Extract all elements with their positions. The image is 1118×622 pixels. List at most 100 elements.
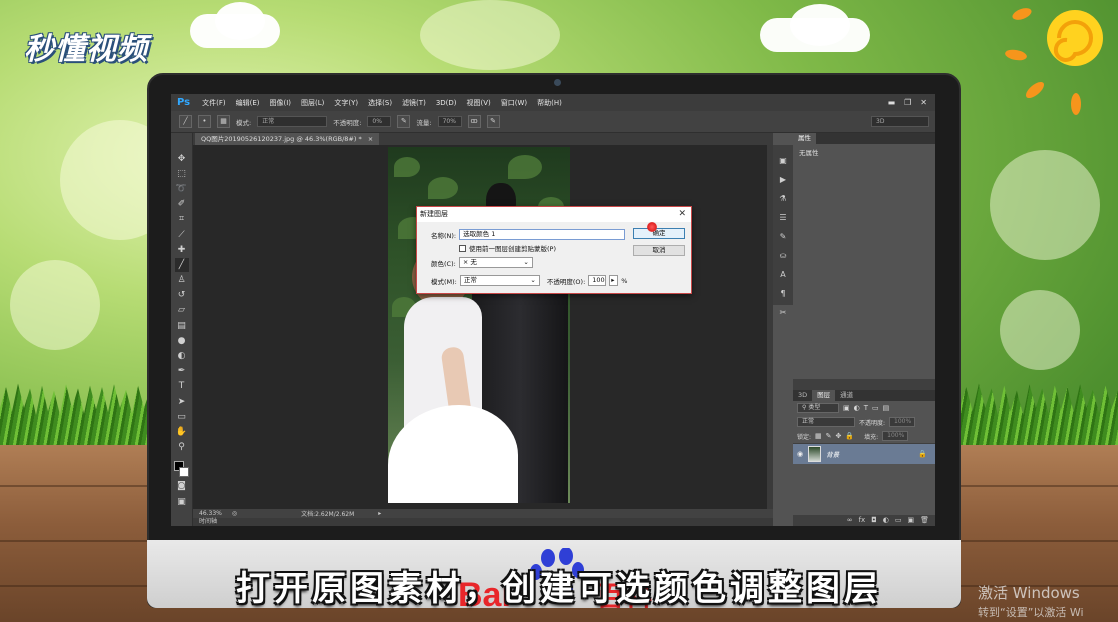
lock-transparent-icon[interactable]: ▦ [815, 432, 822, 440]
status-info-icon[interactable]: ◎ [228, 510, 241, 517]
new-group-icon[interactable]: ▭ [895, 515, 902, 526]
filter-shape-icon[interactable]: ▭ [872, 404, 879, 412]
stamp-tool-icon[interactable]: ♙ [175, 273, 189, 287]
ok-button[interactable]: 确定 [633, 228, 685, 239]
layer-filter-kind-select[interactable]: ⚲ 类型 [797, 403, 839, 413]
shape-tool-icon[interactable]: ▭ [175, 410, 189, 424]
dodge-tool-icon[interactable]: ◐ [175, 349, 189, 363]
minimize-icon[interactable]: ▬ [888, 98, 896, 107]
gradient-tool-icon[interactable]: ▤ [175, 319, 189, 333]
type-tool-icon[interactable]: T [175, 379, 189, 393]
flow-field[interactable]: 70% [437, 116, 462, 127]
hand-tool-icon[interactable]: ✋ [175, 425, 189, 439]
menu-window[interactable]: 窗口(W) [496, 98, 532, 108]
fill-field[interactable]: 100% [882, 431, 909, 441]
menu-view[interactable]: 视图(V) [462, 98, 496, 108]
tab-3d[interactable]: 3D [793, 390, 812, 401]
layer-style-icon[interactable]: fx [859, 515, 866, 526]
zoom-tool-icon[interactable]: ⚲ [175, 440, 189, 454]
layer-name-input[interactable]: 选取颜色 1 [459, 229, 626, 240]
filter-adjust-icon[interactable]: ◐ [854, 404, 860, 412]
restore-icon[interactable]: ❐ [904, 98, 911, 107]
zoom-level[interactable]: 46.33% [193, 510, 228, 517]
tab-channels[interactable]: 通道 [835, 390, 858, 401]
filter-smart-icon[interactable]: ▤ [883, 404, 890, 412]
lock-paint-icon[interactable]: ✎ [826, 432, 832, 440]
dialog-mode-select[interactable]: 正常 ⌄ [459, 275, 540, 286]
quick-select-tool-icon[interactable]: ✐ [175, 197, 189, 211]
status-menu-arrow-icon[interactable]: ▸ [354, 510, 381, 517]
lock-all-icon[interactable]: 🔒 [845, 432, 854, 440]
brush-preset-icon[interactable]: ╱ [179, 115, 192, 128]
menu-file[interactable]: 文件(F) [197, 98, 231, 108]
delete-layer-icon[interactable]: 🗑 [920, 515, 929, 526]
add-mask-icon[interactable]: ◘ [871, 515, 877, 526]
menu-filter[interactable]: 滤镜(T) [397, 98, 431, 108]
close-tab-icon[interactable]: × [368, 135, 373, 143]
lasso-tool-icon[interactable]: ➰ [175, 182, 189, 196]
mode-select[interactable]: 正常 [257, 116, 328, 127]
filter-type-icon[interactable]: T [864, 404, 868, 412]
close-icon[interactable]: ✕ [920, 98, 927, 107]
link-layers-icon[interactable]: ∞ [847, 515, 853, 526]
airbrush-icon[interactable]: ꝏ [467, 115, 481, 128]
layer-row-background[interactable]: ◉ 背景 🔒 [793, 444, 935, 464]
menu-help[interactable]: 帮助(H) [532, 98, 567, 108]
blur-tool-icon[interactable]: ● [175, 334, 189, 348]
menu-3d[interactable]: 3D(D) [431, 99, 462, 107]
move-tool-icon[interactable]: ✥ [175, 152, 189, 166]
pen-tool-icon[interactable]: ✒ [175, 364, 189, 378]
lock-move-icon[interactable]: ✥ [836, 432, 842, 440]
properties-icon[interactable]: ☰ [777, 211, 790, 224]
path-select-tool-icon[interactable]: ➤ [175, 395, 189, 409]
healing-tool-icon[interactable]: ✚ [175, 243, 189, 257]
cancel-button[interactable]: 取消 [633, 245, 685, 256]
timeline-tab[interactable]: 时间轴 [193, 518, 773, 526]
crop-tool-icon[interactable]: ⌗ [175, 212, 189, 226]
history-brush-tool-icon[interactable]: ↺ [175, 288, 189, 302]
document-tab[interactable]: QQ图片20190526120237.jpg @ 46.3%(RGB/8#) *… [195, 133, 380, 145]
blend-mode-select[interactable]: 正常 [797, 417, 855, 427]
brush-panel-icon[interactable]: ▦ [217, 115, 230, 128]
eyedropper-tool-icon[interactable]: ⟋ [175, 228, 189, 242]
paragraph-icon[interactable]: ¶ [777, 287, 790, 300]
clone-source-icon[interactable]: ⛀ [777, 249, 790, 262]
background-color[interactable] [178, 466, 189, 477]
menu-image[interactable]: 图像(I) [265, 98, 297, 108]
pressure-opacity-icon[interactable]: ✎ [397, 115, 411, 128]
dialog-opacity-input[interactable]: 100 [588, 275, 607, 286]
tab-properties[interactable]: 属性 [793, 133, 816, 144]
tools-icon[interactable]: ✂ [777, 306, 790, 319]
new-adjustment-icon[interactable]: ◐ [883, 515, 889, 526]
history-icon[interactable]: ▣ [777, 154, 790, 167]
actions-icon[interactable]: ▶ [777, 173, 790, 186]
eraser-tool-icon[interactable]: ▱ [175, 303, 189, 317]
character-icon[interactable]: A [777, 268, 790, 281]
layer-opacity-field[interactable]: 100% [889, 417, 916, 427]
tab-layers[interactable]: 图层 [812, 390, 836, 401]
menu-edit[interactable]: 编辑(E) [231, 98, 265, 108]
pressure-size-icon[interactable]: ✎ [486, 115, 500, 128]
workspace-select[interactable]: 3D [871, 116, 929, 127]
quick-mask-icon[interactable]: ◙ [175, 479, 189, 493]
color-swatches[interactable] [173, 460, 190, 479]
color-select[interactable]: × 无 ⌄ [458, 257, 533, 268]
brush-tool-icon[interactable]: ╱ [174, 257, 189, 272]
clip-checkbox[interactable] [459, 244, 466, 252]
properties-tab-row: 属性 [793, 133, 935, 144]
canvas-area[interactable] [193, 145, 773, 509]
marquee-tool-icon[interactable]: ⬚ [175, 167, 189, 181]
new-layer-icon[interactable]: ▣ [907, 515, 914, 526]
brush-size-icon[interactable]: • [198, 115, 211, 128]
opacity-slider-arrow-icon[interactable]: ▸ [609, 275, 619, 286]
filter-pixel-icon[interactable]: ▣ [843, 404, 850, 412]
screen-mode-icon[interactable]: ▣ [175, 495, 189, 509]
opacity-field[interactable]: 0% [367, 116, 392, 127]
dialog-close-icon[interactable]: ✕ [678, 209, 686, 219]
menu-type[interactable]: 文字(Y) [329, 98, 363, 108]
adjustments-icon[interactable]: ⚗ [777, 192, 790, 205]
brush-presets-icon[interactable]: ✎ [777, 230, 790, 243]
eye-icon[interactable]: ◉ [797, 450, 803, 458]
menu-layer[interactable]: 图层(L) [296, 98, 329, 108]
menu-select[interactable]: 选择(S) [363, 98, 397, 108]
